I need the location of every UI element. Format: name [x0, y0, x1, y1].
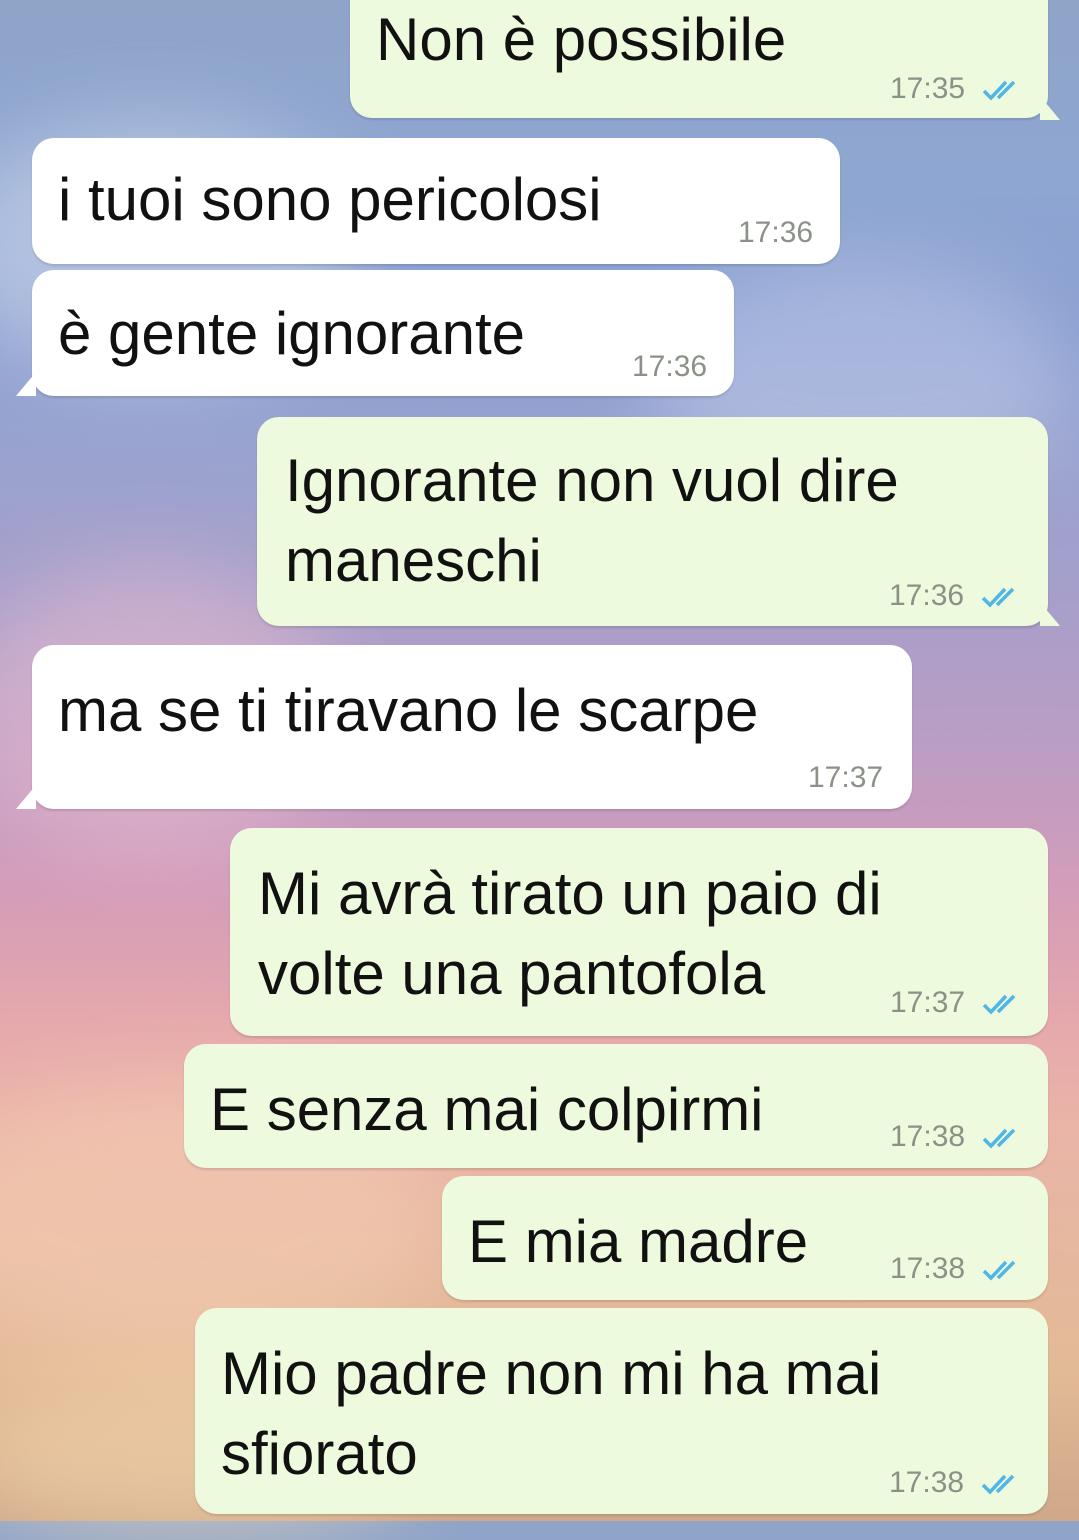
message-time: 17:38 — [889, 1466, 965, 1499]
message-time: 17:37 — [808, 761, 884, 794]
message-time: 17:36 — [738, 216, 814, 249]
message-text: i tuoi sono pericolosi — [58, 166, 602, 233]
message-time: 17:36 — [889, 579, 965, 612]
read-double-check-icon — [981, 587, 1015, 608]
message-text: ma se ti tiravano le scarpe — [58, 677, 759, 744]
message-text: è gente ignorante — [58, 300, 526, 367]
message-time: 17:38 — [890, 1252, 966, 1285]
read-double-check-icon — [982, 1128, 1016, 1149]
read-double-check-icon — [982, 80, 1016, 101]
message-bubble-outgoing[interactable]: Mi avrà tirato un paio di volte una pant… — [230, 828, 1048, 1036]
read-double-check-icon — [981, 1474, 1015, 1495]
message-bubble-incoming[interactable]: è gente ignorante 17:36 — [32, 270, 734, 396]
message-text: Mio padre non mi ha mai sfiorato — [221, 1340, 882, 1487]
bubble-tail — [1040, 602, 1060, 626]
bubble-tail — [1040, 96, 1060, 120]
message-bubble-outgoing[interactable]: E mia madre 17:38 — [442, 1176, 1048, 1300]
message-bubble-incoming[interactable]: i tuoi sono pericolosi 17:36 — [32, 138, 840, 264]
read-double-check-icon — [982, 994, 1016, 1015]
message-bubble-outgoing[interactable]: E senza mai colpirmi 17:38 — [184, 1044, 1048, 1168]
message-time: 17:38 — [890, 1120, 966, 1153]
message-bubble-incoming[interactable]: ma se ti tiravano le scarpe 17:37 — [32, 645, 912, 809]
message-time: 17:36 — [632, 350, 708, 383]
message-bubble-outgoing[interactable]: Ignorante non vuol dire maneschi 17:36 — [257, 417, 1048, 626]
read-double-check-icon — [982, 1260, 1016, 1281]
message-bubble-outgoing[interactable]: Mio padre non mi ha mai sfiorato 17:38 — [195, 1308, 1048, 1514]
message-text: E mia madre — [468, 1208, 809, 1275]
message-text: Ignorante non vuol dire maneschi — [285, 447, 899, 594]
message-time: 17:37 — [890, 986, 966, 1019]
message-time: 17:35 — [890, 72, 966, 105]
bubble-tail — [16, 372, 36, 396]
message-text: E senza mai colpirmi — [210, 1076, 764, 1143]
bubble-tail — [16, 785, 36, 809]
message-text: Non è possibile — [376, 6, 787, 73]
message-bubble-outgoing[interactable]: Non è possibile 17:35 — [350, 0, 1048, 118]
message-text: Mi avrà tirato un paio di volte una pant… — [258, 860, 882, 1007]
